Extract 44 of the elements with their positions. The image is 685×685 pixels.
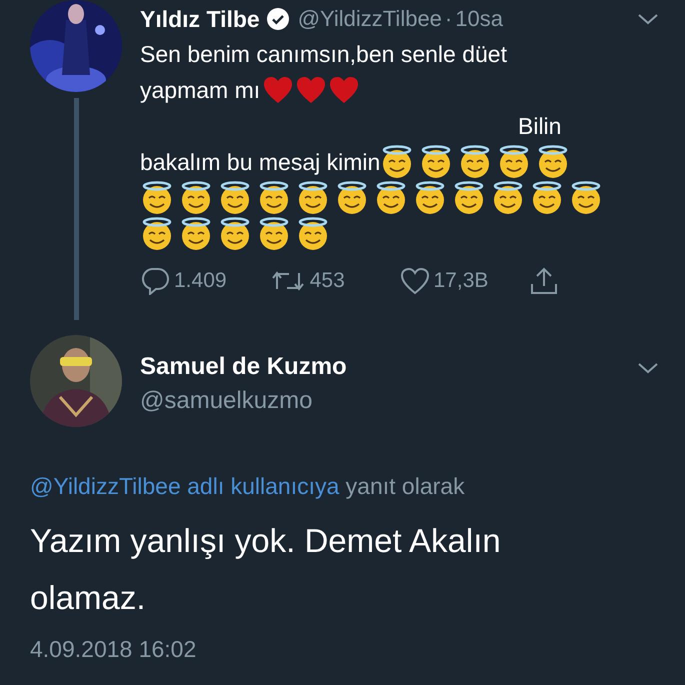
smiling-face-with-halo-icon (140, 181, 174, 215)
timestamp: 4.09.2018 16:02 (30, 636, 198, 663)
smiling-face-with-halo-icon (218, 217, 252, 251)
heart-icon (296, 76, 326, 104)
smiling-face-with-halo-icon (257, 217, 291, 251)
heart-outline-icon[interactable] (400, 267, 430, 295)
like-count: 17,3B (434, 269, 488, 293)
heart-icon (329, 76, 360, 104)
smiling-face-with-halo-icon (530, 181, 564, 215)
author-handle: @samuelkuzmo (140, 387, 314, 415)
retweet-icon[interactable] (270, 269, 306, 293)
smiling-face-with-halo-icon (413, 181, 447, 215)
separator-dot: · (444, 6, 452, 32)
reply-icon[interactable] (140, 267, 170, 295)
mention-link[interactable]: @YildizzTilbee adlı kullanıcıya (30, 473, 340, 499)
heart-icon (263, 76, 294, 104)
smiling-face-with-halo-icon (452, 181, 486, 215)
chevron-down-icon[interactable] (637, 361, 659, 375)
smiling-face-with-halo-icon (374, 181, 408, 215)
smiling-face-with-halo-icon (335, 181, 369, 215)
tweet-text: Sen benim canımsın,ben senle düet (140, 40, 507, 68)
reply-text: olamaz. (30, 578, 147, 618)
smiling-face-with-halo-icon (569, 181, 603, 215)
author-handle: @YildizzTilbee (298, 6, 442, 32)
smiling-face-with-halo-icon (257, 181, 291, 215)
author-name: Yıldız Tilbe (140, 6, 260, 32)
reply-count: 1.409 (174, 269, 227, 293)
smiling-face-with-halo-icon (491, 181, 525, 215)
share-icon[interactable] (529, 266, 560, 296)
tweet-time: 10sa (455, 6, 503, 32)
smiling-face-with-halo-icon (218, 181, 252, 215)
smiling-face-with-halo-icon (179, 217, 213, 251)
retweet-count: 453 (310, 269, 345, 293)
reply-context: @YildizzTilbee adlı kullanıcıya yanıt olarak (30, 473, 466, 500)
author-name: Samuel de Kuzmo (140, 353, 347, 381)
tweet-text: bakalım bu mesaj kimin (140, 148, 380, 176)
tweet-text: Bilin (518, 112, 562, 140)
smiling-face-with-halo-icon (140, 217, 174, 251)
smiling-face-with-halo-icon (296, 181, 330, 215)
chevron-down-icon[interactable] (637, 12, 659, 26)
tweet-text: yapmam mı (140, 76, 260, 104)
reply-text: Yazım yanlışı yok. Demet Akalın (30, 521, 502, 561)
smiling-face-with-halo-icon (296, 217, 330, 251)
smiling-face-with-halo-icon (179, 181, 213, 215)
